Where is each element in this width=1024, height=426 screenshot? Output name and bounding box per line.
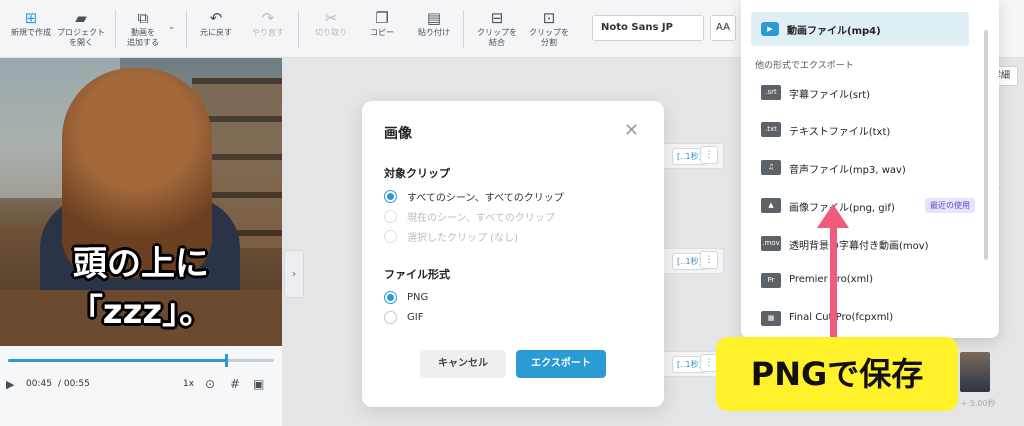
- more-icon[interactable]: ⋮: [700, 146, 718, 164]
- current-time: 00:45: [26, 379, 52, 389]
- radio-button[interactable]: [384, 209, 397, 223]
- toolbar-divider: [298, 10, 299, 48]
- clip-thumbnail[interactable]: [960, 352, 990, 392]
- export-mov-item[interactable]: .mov 透明背景の字幕付き動画(mov): [761, 236, 981, 254]
- grid-icon[interactable]: #: [230, 377, 240, 391]
- radio-button[interactable]: [384, 229, 397, 243]
- add-video-button[interactable]: ⧉ 動画を 追加する: [112, 8, 174, 48]
- export-dropdown-menu: ▶ 動画ファイル(mp4) 他の形式でエクスポート .srt 字幕ファイル(sr…: [741, 0, 999, 338]
- export-txt-item[interactable]: .txt テキストファイル(txt): [761, 122, 981, 140]
- music-note-icon: ♫: [761, 160, 781, 175]
- play-icon[interactable]: ▶: [6, 378, 14, 391]
- file-format-heading: ファイル形式: [384, 268, 450, 281]
- text-size-button[interactable]: AA: [710, 15, 736, 41]
- chevron-down-icon[interactable]: ⌄: [168, 22, 176, 32]
- radio-png[interactable]: PNG: [384, 290, 428, 304]
- video-preview[interactable]: 頭の上に 「zzz」。: [0, 58, 282, 346]
- radio-button[interactable]: [384, 290, 397, 304]
- play-icon: ▶: [761, 22, 779, 36]
- screen-icon[interactable]: ▣: [253, 377, 264, 391]
- annotation-arrow-head: [817, 204, 849, 228]
- radio-button[interactable]: [384, 189, 397, 203]
- radio-all-scenes[interactable]: すべてのシーン、すべてのクリップ: [384, 189, 564, 204]
- annotation-arrow: [830, 222, 837, 340]
- redo-button[interactable]: ↷ やり直す: [237, 8, 299, 38]
- radio-selected-clip[interactable]: 選択したクリップ (なし): [384, 229, 518, 244]
- split-icon: ⊡: [542, 9, 556, 27]
- txt-file-icon: .txt: [761, 122, 781, 137]
- radio-current-scene[interactable]: 現在のシーン、すべてのクリップ: [384, 209, 555, 224]
- total-time: / 00:55: [58, 379, 90, 389]
- seek-bar[interactable]: [8, 354, 274, 367]
- toolbar-divider: [463, 10, 464, 48]
- focus-icon[interactable]: ⊙: [205, 377, 215, 391]
- export-srt-item[interactable]: .srt 字幕ファイル(srt): [761, 85, 981, 103]
- cancel-button[interactable]: キャンセル: [420, 350, 506, 378]
- radio-button[interactable]: [384, 310, 397, 324]
- other-formats-heading: 他の形式でエクスポート: [755, 61, 854, 71]
- seek-handle[interactable]: [225, 354, 229, 367]
- subtitle-line-2: 「zzz」。: [68, 292, 214, 332]
- target-clip-heading: 対象クリップ: [384, 167, 450, 180]
- image-icon: ▲: [761, 198, 781, 213]
- close-icon[interactable]: ✕: [624, 121, 639, 141]
- player-controls: ▶ 00:45 / 00:55 1x ⊙ # ▣: [0, 346, 282, 426]
- playback-speed[interactable]: 1x: [183, 379, 194, 389]
- export-premiere-item[interactable]: Pr Premier Pro(xml): [761, 273, 981, 291]
- annotation-callout: PNGで保存: [716, 337, 958, 411]
- dialog-title: 画像: [384, 126, 412, 142]
- more-icon[interactable]: ⋮: [700, 251, 718, 269]
- export-finalcut-item[interactable]: ▦ Final Cut Pro(fcpxml): [761, 311, 981, 329]
- paste-button[interactable]: ▤ 貼り付け: [403, 8, 465, 38]
- mov-file-icon: .mov: [761, 236, 781, 251]
- export-image-item[interactable]: ▲ 画像ファイル(png, gif) 最近の使用: [761, 198, 981, 216]
- open-project-button[interactable]: ▰ プロジェクト を開く: [50, 8, 112, 48]
- menu-scrollbar[interactable]: [984, 30, 988, 260]
- radio-gif[interactable]: GIF: [384, 310, 423, 324]
- seek-progress: [8, 359, 227, 362]
- font-select[interactable]: Noto Sans JP: [592, 15, 704, 41]
- clipboard-icon: ▤: [426, 9, 442, 27]
- premiere-icon: Pr: [761, 273, 781, 288]
- export-button[interactable]: エクスポート: [516, 350, 606, 378]
- srt-file-icon: .srt: [761, 85, 781, 100]
- clapperboard-icon: ▰: [75, 9, 87, 27]
- clapperboard-icon: ▦: [761, 311, 781, 326]
- collapse-panel-button[interactable]: ›: [284, 250, 304, 298]
- export-audio-item[interactable]: ♫ 音声ファイル(mp3, wav): [761, 160, 981, 178]
- export-mp4-item[interactable]: ▶ 動画ファイル(mp4): [751, 12, 969, 46]
- recent-badge: 最近の使用: [925, 198, 975, 213]
- subtitle-line-1: 頭の上に: [73, 244, 209, 284]
- image-export-dialog: 画像 ✕ 対象クリップ すべてのシーン、すべてのクリップ 現在のシーン、すべての…: [362, 101, 664, 407]
- split-clip-button[interactable]: ⊡ クリップを 分割: [518, 8, 580, 48]
- add-video-icon: ⧉: [137, 9, 149, 27]
- redo-icon: ↷: [261, 9, 275, 27]
